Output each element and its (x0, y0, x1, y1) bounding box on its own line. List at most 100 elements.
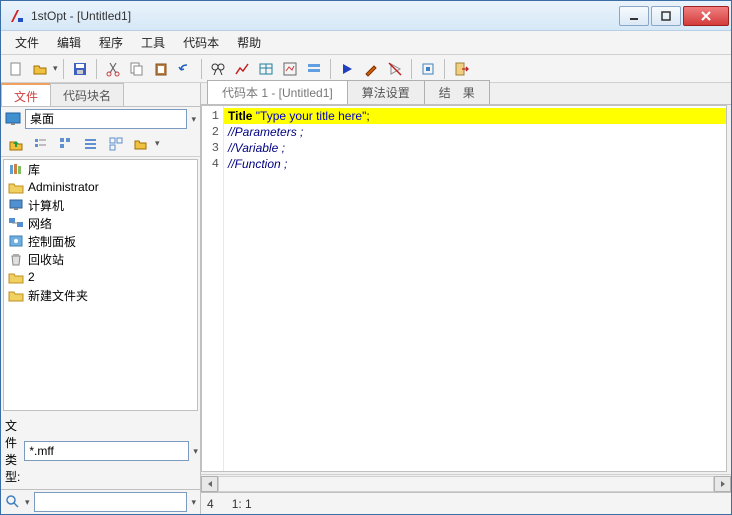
tab-result[interactable]: 结 果 (424, 80, 490, 104)
search-icon[interactable] (5, 494, 21, 510)
code-line-3[interactable]: //Variable ; (224, 140, 726, 156)
menu-program[interactable]: 程序 (91, 32, 131, 53)
line-number: 1 (202, 108, 219, 124)
minimize-button[interactable] (619, 6, 649, 26)
view-small-button[interactable] (55, 133, 77, 155)
editor-tabs: 代码本 1 - [Untitled1] 算法设置 结 果 (201, 83, 731, 105)
menu-file[interactable]: 文件 (7, 32, 47, 53)
tree-label: 库 (28, 161, 40, 178)
code-editor[interactable]: 1 2 3 4 Title "Type your title here"; //… (201, 105, 727, 472)
tab-codebook[interactable]: 代码本 1 - [Untitled1] (207, 80, 348, 104)
tree-item-newfolder[interactable]: 新建文件夹 (4, 286, 197, 304)
find-button[interactable] (207, 58, 229, 80)
save-button[interactable] (69, 58, 91, 80)
view-list-button[interactable] (30, 133, 52, 155)
line-number: 3 (202, 140, 219, 156)
new-button[interactable] (5, 58, 27, 80)
token-comment: //Parameters ; (228, 125, 303, 139)
plot-button[interactable] (279, 58, 301, 80)
scroll-track[interactable] (218, 476, 714, 492)
tree-item-controlpanel[interactable]: 控制面板 (4, 232, 197, 250)
tree-item-library[interactable]: 库 (4, 160, 197, 178)
new-folder-button[interactable] (130, 133, 152, 155)
sidebar: 文件 代码块名 桌面 ▾ ▾ 库 (1, 83, 201, 514)
code-line-2[interactable]: //Parameters ; (224, 124, 726, 140)
cut-button[interactable] (102, 58, 124, 80)
sidebar-tab-block[interactable]: 代码块名 (50, 83, 124, 106)
tree-item-computer[interactable]: 计算机 (4, 196, 197, 214)
separator (63, 59, 64, 79)
tab-algorithm[interactable]: 算法设置 (347, 80, 425, 104)
chart-button[interactable] (231, 58, 253, 80)
separator (330, 59, 331, 79)
app-window: 1stOpt - [Untitled1] 文件 编辑 程序 工具 代码本 帮助 … (0, 0, 732, 515)
location-combo[interactable]: 桌面 (25, 109, 187, 129)
options-button[interactable] (303, 58, 325, 80)
search-combo[interactable] (34, 492, 188, 512)
code-line-4[interactable]: //Function ; (224, 156, 726, 172)
search-combo-dropdown-icon[interactable]: ▾ (191, 497, 196, 508)
view-details-button[interactable] (80, 133, 102, 155)
tree-item-admin[interactable]: Administrator (4, 178, 197, 196)
undo-button[interactable] (174, 58, 196, 80)
location-dropdown-icon[interactable]: ▾ (191, 114, 196, 125)
code-area[interactable]: Title "Type your title here"; //Paramete… (224, 106, 726, 471)
folder-icon (8, 180, 24, 194)
status-line: 4 (207, 497, 214, 511)
token-keyword: Title (228, 109, 256, 123)
token-comment: //Function ; (228, 157, 287, 171)
stop-button[interactable] (384, 58, 406, 80)
filetype-row: 文件类型: ▾ (1, 413, 200, 489)
tree-item-2[interactable]: 2 (4, 268, 197, 286)
separator (201, 59, 202, 79)
open-dropdown-icon[interactable]: ▾ (53, 63, 58, 74)
main-toolbar: ▾ (1, 55, 731, 83)
file-tree[interactable]: 库 Administrator 计算机 网络 控制面板 (3, 159, 198, 411)
maximize-button[interactable] (651, 6, 681, 26)
menu-help[interactable]: 帮助 (229, 32, 269, 53)
settings-button[interactable] (417, 58, 439, 80)
paste-button[interactable] (150, 58, 172, 80)
tree-label: 控制面板 (28, 233, 76, 250)
menu-tools[interactable]: 工具 (133, 32, 173, 53)
tree-label: 2 (28, 270, 35, 284)
filetype-dropdown-icon[interactable]: ▾ (193, 446, 198, 457)
desktop-icon (5, 112, 21, 126)
tree-item-network[interactable]: 网络 (4, 214, 197, 232)
sidebar-tab-file[interactable]: 文件 (1, 83, 51, 106)
exit-button[interactable] (450, 58, 472, 80)
edit-icon-button[interactable] (360, 58, 382, 80)
recycle-icon (8, 252, 24, 266)
scroll-left-button[interactable] (201, 476, 218, 492)
window-title: 1stOpt - [Untitled1] (31, 9, 619, 23)
location-value: 桌面 (30, 112, 54, 126)
menu-codebook[interactable]: 代码本 (175, 32, 227, 53)
computer-icon (8, 198, 24, 212)
token-string: "Type your title here" (256, 109, 367, 123)
tree-item-recycle[interactable]: 回收站 (4, 250, 197, 268)
open-button[interactable] (29, 58, 51, 80)
tree-label: 回收站 (28, 251, 64, 268)
newfolder-dropdown-icon[interactable]: ▾ (155, 138, 160, 149)
line-number: 4 (202, 156, 219, 172)
line-gutter: 1 2 3 4 (202, 106, 224, 471)
up-folder-button[interactable] (5, 133, 27, 155)
horizontal-scrollbar[interactable] (201, 474, 731, 492)
code-line-1[interactable]: Title "Type your title here"; (224, 108, 726, 124)
filetype-input[interactable] (24, 441, 189, 461)
scroll-right-button[interactable] (714, 476, 731, 492)
line-number: 2 (202, 124, 219, 140)
app-icon (9, 8, 25, 24)
token-comment: //Variable ; (228, 141, 285, 155)
network-icon (8, 216, 24, 230)
menu-edit[interactable]: 编辑 (49, 32, 89, 53)
search-dropdown-icon[interactable]: ▾ (25, 497, 30, 508)
close-button[interactable] (683, 6, 729, 26)
run-button[interactable] (336, 58, 358, 80)
view-tiles-button[interactable] (105, 133, 127, 155)
separator (96, 59, 97, 79)
library-icon (8, 162, 24, 176)
data-button[interactable] (255, 58, 277, 80)
copy-button[interactable] (126, 58, 148, 80)
separator (411, 59, 412, 79)
